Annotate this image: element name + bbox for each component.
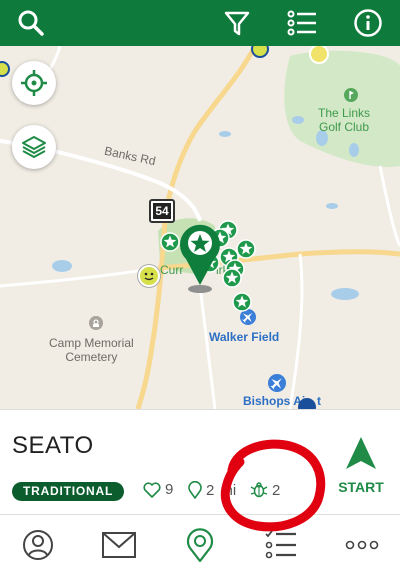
top-bar [0, 0, 400, 46]
cache-marker[interactable] [236, 239, 256, 259]
star-icon [236, 239, 256, 259]
favorites-count: 9 [165, 481, 174, 498]
trackables-count: 2 [272, 481, 281, 499]
crosshair-icon [21, 70, 47, 96]
layers-button[interactable] [12, 125, 56, 169]
star-icon [232, 292, 252, 312]
cache-type-badge: TRADITIONAL [12, 482, 125, 501]
cache-marker-partial[interactable] [298, 398, 316, 409]
info-icon[interactable] [351, 6, 385, 40]
heart-icon [143, 481, 161, 498]
message-icon [102, 532, 136, 558]
start-button[interactable]: START [332, 436, 390, 495]
golf-icon [344, 88, 358, 102]
list-icon[interactable] [285, 6, 319, 40]
selected-cache-pin[interactable] [176, 219, 224, 295]
airfield-label: Walker Field [209, 330, 280, 344]
cemetery-icon [89, 316, 103, 330]
route-shield-number: 54 [153, 203, 171, 219]
navigation-arrow-icon [346, 437, 376, 469]
locate-button[interactable] [12, 61, 56, 105]
golf-club-label-line1: The Links [318, 106, 371, 120]
lists-tab[interactable] [261, 527, 301, 563]
golf-club-label-line2: Golf Club [319, 120, 370, 134]
filter-icon[interactable] [220, 6, 254, 40]
start-label: START [338, 479, 384, 495]
star-icon [222, 268, 242, 288]
route-shield: 54 [149, 199, 175, 223]
airport-label-suffix: t [317, 394, 321, 408]
cache-marker[interactable] [232, 292, 252, 312]
profile-tab[interactable] [18, 527, 58, 563]
layers-icon [22, 136, 46, 158]
cemetery-label-line2: Cemetery [65, 350, 118, 364]
distance-stat: 2 mi [188, 481, 236, 499]
found-cache-marker[interactable] [138, 265, 160, 287]
map-tab[interactable] [180, 527, 220, 563]
cache-name[interactable]: SEATO [12, 432, 94, 460]
cemetery-label: Camp Memorial Cemetery [49, 336, 134, 364]
trackables-stat: 2 [250, 481, 280, 499]
location-icon [188, 481, 202, 499]
more-icon [345, 540, 379, 550]
more-tab[interactable] [342, 527, 382, 563]
messages-tab[interactable] [99, 527, 139, 563]
smile-icon [144, 272, 154, 281]
cache-marker[interactable] [222, 268, 242, 288]
favorites-stat: 9 [143, 481, 173, 498]
bottom-nav [0, 514, 400, 575]
star-pin-icon [180, 224, 220, 293]
golf-club-label: The Links Golf Club [318, 106, 370, 134]
distance-value: 2 [206, 481, 215, 499]
bug-icon [250, 482, 268, 498]
map-view[interactable]: Banks Rd 54 The Links Golf Club Curr irk… [0, 46, 400, 409]
profile-icon [23, 530, 53, 560]
list-check-icon [265, 530, 296, 559]
cemetery-label-line1: Camp Memorial [49, 336, 134, 350]
search-icon[interactable] [14, 6, 48, 40]
distance-unit: mi [220, 481, 237, 499]
airport-icon [268, 374, 286, 392]
map-pin-icon [186, 528, 214, 562]
